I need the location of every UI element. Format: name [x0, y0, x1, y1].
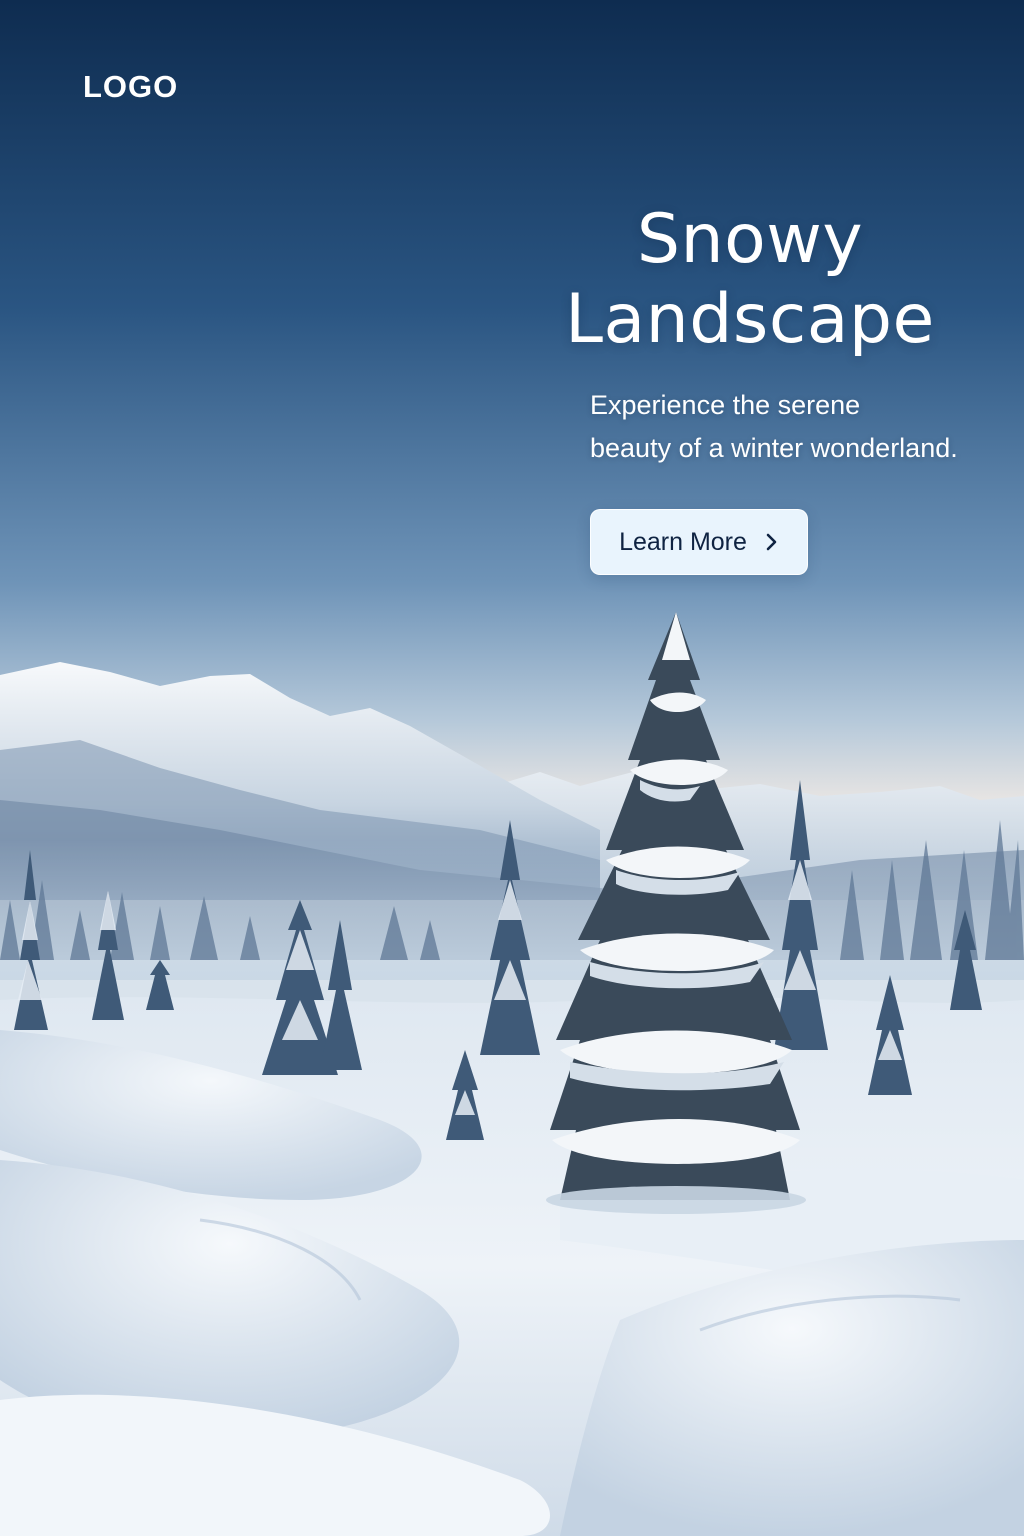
landing-page: LOGO Snowy Landscape Experience the seren…	[0, 0, 1024, 1536]
hero-title: Snowy Landscape	[540, 200, 960, 360]
logo[interactable]: LOGO	[83, 68, 178, 106]
hero-title-line-2: Landscape	[565, 280, 935, 359]
hero-subtitle-line-1: Experience the serene	[590, 390, 861, 420]
hero-subtitle: Experience the serene beauty of a winter …	[590, 384, 990, 470]
hero-section: Snowy Landscape Experience the serene beau…	[540, 200, 1000, 470]
learn-more-button[interactable]: Learn More	[590, 509, 808, 575]
learn-more-label: Learn More	[619, 527, 747, 556]
chevron-right-icon	[766, 533, 777, 551]
hero-subtitle-line-2: beauty of a winter wonderland.	[590, 433, 958, 463]
hero-title-line-1: Snowy	[636, 200, 864, 279]
